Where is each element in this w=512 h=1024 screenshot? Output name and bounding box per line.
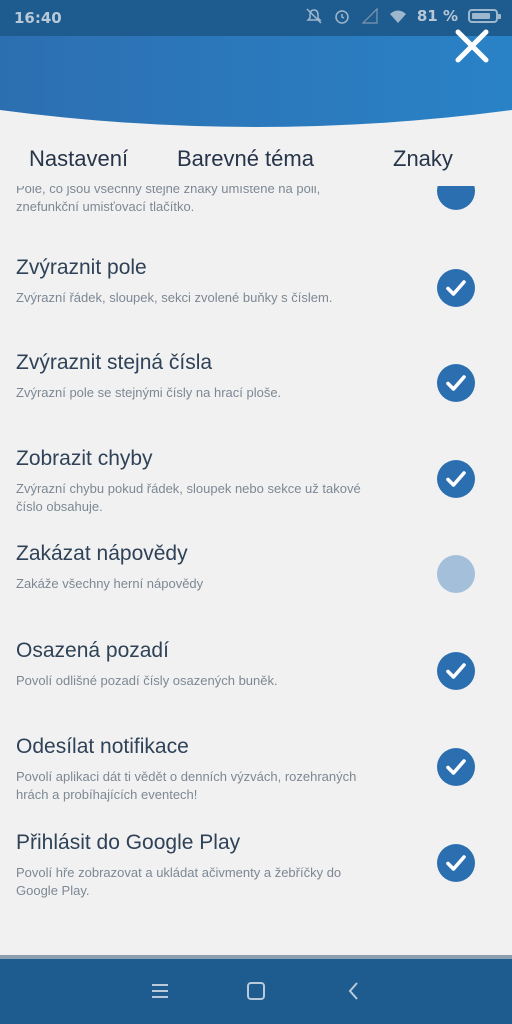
signal-icon [361, 7, 378, 24]
check-icon [446, 375, 466, 391]
checkbox-checked[interactable] [437, 460, 475, 498]
item-title: Zvýraznit stejná čísla [16, 351, 213, 374]
item-title: Zobrazit chyby [16, 447, 153, 470]
mute-icon [306, 8, 322, 24]
status-bar: 16:40 81 % [0, 0, 512, 36]
tab-settings[interactable]: Nastavení [29, 146, 128, 172]
partial-check[interactable] [437, 186, 475, 210]
close-button[interactable] [454, 28, 490, 64]
tab-bar: Nastavení Barevné téma Znaky [0, 142, 512, 182]
check-icon [446, 855, 466, 871]
wifi-icon [389, 10, 406, 23]
item-description: Povolí hře zobrazovat a ukládat ačivment… [16, 865, 342, 898]
check-icon [446, 759, 466, 775]
item-description: Povolí odlišné pozadí čísly osazených bu… [16, 673, 278, 688]
item-title: Přihlásit do Google Play [16, 831, 241, 854]
home-icon[interactable] [242, 977, 270, 1005]
header-banner [0, 36, 512, 127]
list-item-partial: Pole, co jsou všechny stejné znaky umíst… [16, 186, 386, 230]
item-title: Odesílat notifikace [16, 735, 189, 758]
item-description: Pole, co jsou všechny stejné znaky umíst… [16, 186, 321, 214]
checkbox-checked[interactable] [437, 748, 475, 786]
item-title: Osazená pozadí [16, 639, 169, 662]
item-description: Zakáže všechny herní nápovědy [16, 576, 204, 591]
item-description: Zvýrazní chybu pokud řádek, sloupek nebo… [16, 481, 361, 514]
status-icons: 81 % [305, 7, 501, 25]
item-title: Zvýraznit pole [16, 256, 147, 279]
check-icon [446, 280, 466, 296]
check-icon [437, 186, 475, 210]
checkbox-checked[interactable] [437, 364, 475, 402]
item-description: Povolí aplikaci dát ti vědět o denních v… [16, 769, 357, 802]
checkbox-checked[interactable] [437, 269, 475, 307]
check-icon [446, 471, 466, 487]
checkbox-unchecked[interactable] [437, 555, 475, 593]
navigation-bar [0, 959, 512, 1024]
item-title: Zakázat nápovědy [16, 542, 188, 565]
check-icon [446, 663, 466, 679]
status-time: 16:40 [14, 9, 62, 27]
battery-icon [468, 9, 501, 23]
item-description: Zvýrazní řádek, sloupek, sekci zvolené b… [16, 290, 333, 305]
battery-percent: 81 % [416, 7, 458, 25]
tab-symbols[interactable]: Znaky [393, 146, 453, 172]
checkbox-checked[interactable] [437, 652, 475, 690]
item-description: Zvýrazní pole se stejnými čísly na hrací… [16, 385, 282, 400]
menu-icon[interactable] [146, 977, 174, 1005]
checkbox-checked[interactable] [437, 844, 475, 882]
close-icon [455, 29, 489, 63]
back-icon[interactable] [340, 977, 368, 1005]
tab-color-theme[interactable]: Barevné téma [177, 146, 314, 172]
alarm-icon [335, 10, 349, 24]
